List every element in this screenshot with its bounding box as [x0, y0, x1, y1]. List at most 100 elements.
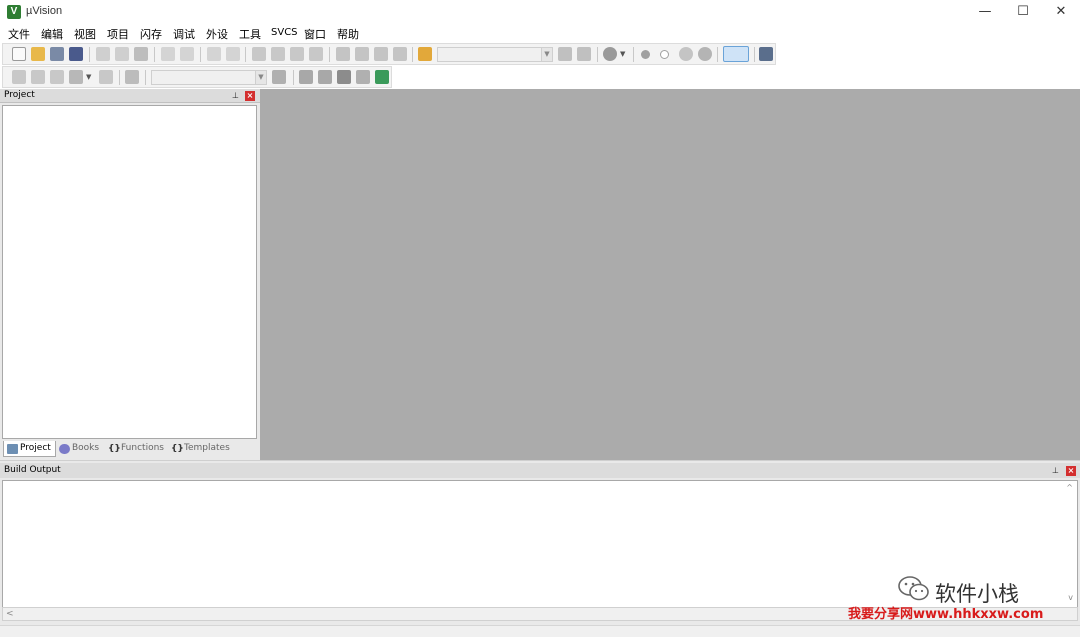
build-toolbar: ▼ ▼	[2, 66, 392, 88]
nav-back-icon[interactable]	[207, 47, 221, 61]
menu-svcs[interactable]: SVCS	[271, 27, 298, 38]
breakpoint-disable-icon[interactable]	[679, 47, 693, 61]
project-tab-strip: Project Books {} Functions {} Templates	[2, 440, 258, 458]
chevron-down-icon[interactable]: ▼	[541, 48, 552, 61]
paste-icon[interactable]	[134, 47, 148, 61]
batch-build-icon[interactable]	[69, 70, 83, 84]
tab-functions[interactable]: {} Functions	[105, 441, 164, 457]
chevron-down-icon[interactable]: ▼	[620, 47, 628, 61]
project-tree[interactable]	[2, 105, 257, 439]
bookmark-icon[interactable]	[252, 47, 266, 61]
menu-peripherals[interactable]: 外设	[206, 26, 228, 42]
tab-books[interactable]: Books	[56, 441, 99, 457]
menu-view[interactable]: 视图	[74, 26, 96, 42]
project-panel-header: Project ⊥ ×	[0, 89, 260, 103]
chevron-down-icon[interactable]: ▼	[255, 71, 266, 84]
toolbar-separator	[412, 47, 413, 62]
open-folder-icon[interactable]	[31, 47, 45, 61]
undo-icon[interactable]	[161, 47, 175, 61]
editor-area[interactable]	[260, 89, 1080, 460]
pin-icon[interactable]: ⊥	[231, 91, 240, 100]
project-panel: Project ⊥ × Project Books {} Functions {…	[0, 89, 260, 460]
project-icon	[7, 444, 18, 454]
tab-project-label: Project	[20, 443, 51, 453]
bookmark-next-icon[interactable]	[290, 47, 304, 61]
maximize-button[interactable]: ☐	[1004, 0, 1042, 24]
find-combo[interactable]: ▼	[437, 47, 553, 62]
file-extensions-icon[interactable]	[299, 70, 313, 84]
templates-icon: {}	[171, 444, 184, 454]
close-icon[interactable]: ×	[245, 91, 255, 101]
pack-installer-icon[interactable]	[356, 70, 370, 84]
breakpoint-enable-icon[interactable]	[660, 50, 669, 59]
save-icon[interactable]	[50, 47, 64, 61]
toolbar-separator	[329, 47, 330, 62]
save-all-icon[interactable]	[69, 47, 83, 61]
bookmark-prev-icon[interactable]	[271, 47, 285, 61]
toolbar-separator	[89, 47, 90, 62]
new-file-icon[interactable]	[12, 47, 26, 61]
redo-icon[interactable]	[180, 47, 194, 61]
target-combo[interactable]: ▼	[151, 70, 267, 85]
nav-forward-icon[interactable]	[226, 47, 240, 61]
toolbar-separator	[200, 47, 201, 62]
toolbar-separator	[754, 47, 755, 62]
watermark-url: 我要分享网www.hhkxxw.com	[848, 607, 1044, 622]
cut-icon[interactable]	[96, 47, 110, 61]
menu-file[interactable]: 文件	[8, 26, 30, 42]
wechat-icon	[898, 576, 929, 601]
menu-edit[interactable]: 编辑	[41, 26, 63, 42]
breakpoint-kill-icon[interactable]	[698, 47, 712, 61]
toolbar-separator	[717, 47, 718, 62]
debug-session-icon[interactable]	[603, 47, 617, 61]
configure-icon[interactable]	[759, 47, 773, 61]
target-options-icon[interactable]	[272, 70, 286, 84]
scroll-up-icon[interactable]: ^	[1066, 483, 1073, 492]
uvision-app-icon: V	[7, 5, 21, 19]
scroll-left-icon[interactable]: <	[6, 609, 14, 619]
menu-project[interactable]: 项目	[107, 26, 129, 42]
minimize-button[interactable]: —	[966, 0, 1004, 24]
scroll-down-icon[interactable]: v	[1068, 593, 1073, 602]
manage-components-icon[interactable]	[318, 70, 332, 84]
bookmark-clear-icon[interactable]	[309, 47, 323, 61]
build-icon[interactable]	[31, 70, 45, 84]
event-recorder-icon[interactable]	[375, 70, 389, 84]
window-layout-icon[interactable]	[723, 46, 749, 62]
menu-window[interactable]: 窗口	[304, 26, 326, 42]
tab-functions-label: Functions	[121, 443, 164, 453]
uncomment-icon[interactable]	[393, 47, 407, 61]
select-pack-icon[interactable]	[337, 70, 351, 84]
copy-icon[interactable]	[115, 47, 129, 61]
menu-debug[interactable]: 调试	[173, 26, 195, 42]
menu-tools[interactable]: 工具	[239, 26, 261, 42]
pin-icon[interactable]: ⊥	[1051, 466, 1060, 475]
find-in-files-icon[interactable]	[418, 47, 432, 61]
build-output-title: Build Output	[4, 465, 61, 475]
tab-project[interactable]: Project	[3, 441, 56, 457]
tab-templates[interactable]: {} Templates	[168, 441, 230, 457]
menu-help[interactable]: 帮助	[337, 26, 359, 42]
unindent-icon[interactable]	[355, 47, 369, 61]
incremental-find-icon[interactable]	[577, 47, 591, 61]
indent-icon[interactable]	[336, 47, 350, 61]
comment-icon[interactable]	[374, 47, 388, 61]
close-icon[interactable]: ×	[1066, 466, 1076, 476]
toolbar-separator	[597, 47, 598, 62]
rebuild-icon[interactable]	[50, 70, 64, 84]
menu-flash[interactable]: 闪存	[140, 26, 162, 42]
close-button[interactable]: ✕	[1042, 0, 1080, 24]
toolbar-separator	[145, 70, 146, 85]
tab-templates-label: Templates	[184, 443, 230, 453]
chevron-down-icon[interactable]: ▼	[86, 70, 94, 84]
find-icon[interactable]	[558, 47, 572, 61]
tab-books-label: Books	[72, 443, 100, 453]
breakpoint-insert-icon[interactable]	[641, 50, 650, 59]
menu-bar: 文件 编辑 视图 项目 闪存 调试 外设 工具 SVCS 窗口 帮助	[0, 24, 1080, 43]
build-output-header: Build Output ⊥ ×	[0, 463, 1080, 478]
toolbar-separator	[119, 70, 120, 85]
download-icon[interactable]	[125, 70, 139, 84]
status-bar	[0, 625, 1080, 637]
stop-build-icon[interactable]	[99, 70, 113, 84]
translate-icon[interactable]	[12, 70, 26, 84]
